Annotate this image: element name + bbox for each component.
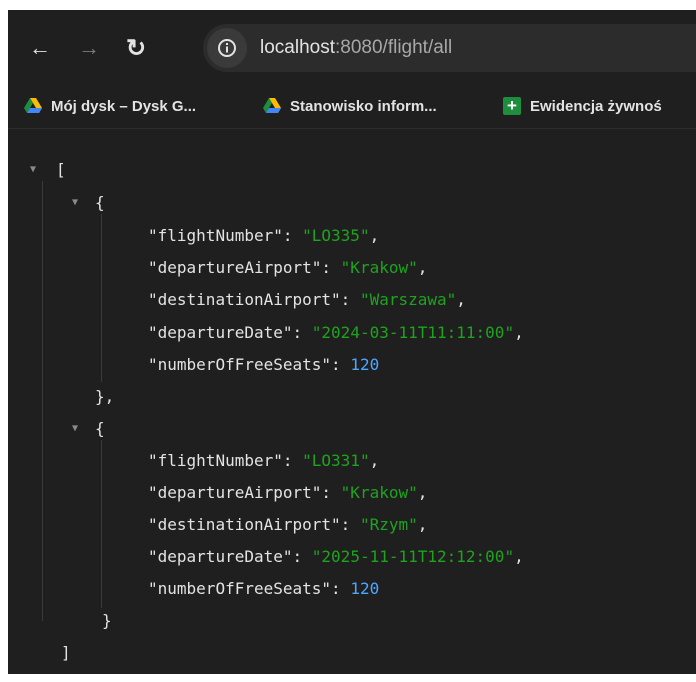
json-string-value: "Krakow" [340, 483, 418, 502]
json-entry: "departureAirport": "Krakow", [148, 483, 428, 502]
bookmarks-bar: Mój dysk – Dysk G... Stanowisko inform..… [8, 84, 696, 129]
json-entry: "destinationAirport": "Warszawa", [148, 290, 466, 309]
json-viewer: ▼ [ ▼ { "flightNumber": "LO335", "depart… [8, 129, 696, 674]
json-key: numberOfFreeSeats [157, 579, 322, 598]
arrow-left-icon: ← [29, 35, 51, 60]
back-button[interactable]: ← [22, 30, 58, 66]
json-string-value: "2025-11-11T12:12:00" [311, 547, 515, 566]
json-key: departureDate [157, 323, 283, 342]
collapse-object-toggle[interactable]: ▼ [72, 192, 84, 214]
json-key: destinationAirport [157, 515, 332, 534]
bookmark-moj-dysk[interactable]: Mój dysk – Dysk G... [24, 94, 196, 118]
green-plus-icon: + [503, 97, 521, 115]
browser-window: ← → ↻ localhost:8080/flight/all Mój dysk… [8, 10, 696, 674]
collapse-object-toggle[interactable]: ▼ [72, 418, 84, 440]
json-entry: "flightNumber": "LO335", [148, 226, 380, 245]
bookmark-label: Ewidencja żywnoś [530, 97, 662, 115]
object-open-brace: { [95, 193, 105, 212]
collapse-array-toggle[interactable]: ▼ [30, 159, 42, 181]
array-close-bracket: ] [61, 643, 71, 662]
json-number-value: 120 [350, 579, 380, 598]
array-open-bracket: [ [56, 160, 66, 179]
json-string-value: "Warszawa" [359, 290, 457, 309]
info-icon [218, 39, 236, 57]
json-number-value: 120 [350, 355, 380, 374]
reload-icon: ↻ [125, 34, 147, 62]
json-key: departureAirport [157, 258, 312, 277]
json-entry: "destinationAirport": "Rzym", [148, 515, 428, 534]
json-entry: "departureDate": "2025-11-11T12:12:00", [148, 547, 524, 566]
object-close-brace: }, [95, 387, 115, 406]
json-entry: "flightNumber": "LO331", [148, 451, 380, 470]
indent-guide [101, 214, 102, 382]
browser-toolbar: ← → ↻ localhost:8080/flight/all [8, 10, 696, 84]
url-path: :8080/flight/all [335, 37, 453, 58]
json-key: destinationAirport [157, 290, 332, 309]
json-entry: "numberOfFreeSeats": 120 [148, 355, 380, 374]
google-drive-icon [263, 98, 281, 113]
json-string-value: "Krakow" [340, 258, 418, 277]
json-key: departureDate [157, 547, 283, 566]
address-bar[interactable]: localhost:8080/flight/all [203, 24, 696, 72]
object-open-brace: { [95, 419, 105, 438]
bookmark-stanowisko[interactable]: Stanowisko inform... [263, 94, 437, 118]
object-close-brace: } [102, 611, 112, 630]
indent-guide [42, 181, 43, 621]
json-key: numberOfFreeSeats [157, 355, 322, 374]
json-string-value: "LO331" [302, 451, 370, 470]
bookmark-ewidencja[interactable]: + Ewidencja żywnoś [503, 94, 662, 118]
url-host: localhost [260, 37, 335, 58]
bookmark-label: Mój dysk – Dysk G... [51, 97, 197, 115]
site-info-button[interactable] [207, 28, 247, 68]
json-entry: "departureAirport": "Krakow", [148, 258, 428, 277]
bookmark-label: Stanowisko inform... [290, 97, 437, 115]
json-string-value: "Rzym" [359, 515, 418, 534]
url-text[interactable]: localhost:8080/flight/all [260, 37, 452, 59]
json-entry: "numberOfFreeSeats": 120 [148, 579, 380, 598]
indent-guide [101, 440, 102, 608]
json-string-value: "LO335" [302, 226, 370, 245]
google-drive-icon [24, 98, 42, 113]
json-key: departureAirport [157, 483, 312, 502]
arrow-right-icon: → [78, 35, 100, 60]
json-key: flightNumber [157, 451, 274, 470]
json-string-value: "2024-03-11T11:11:00" [311, 323, 515, 342]
forward-button[interactable]: → [71, 30, 107, 66]
json-key: flightNumber [157, 226, 274, 245]
json-entry: "departureDate": "2024-03-11T11:11:00", [148, 323, 524, 342]
reload-button[interactable]: ↻ [118, 30, 154, 66]
